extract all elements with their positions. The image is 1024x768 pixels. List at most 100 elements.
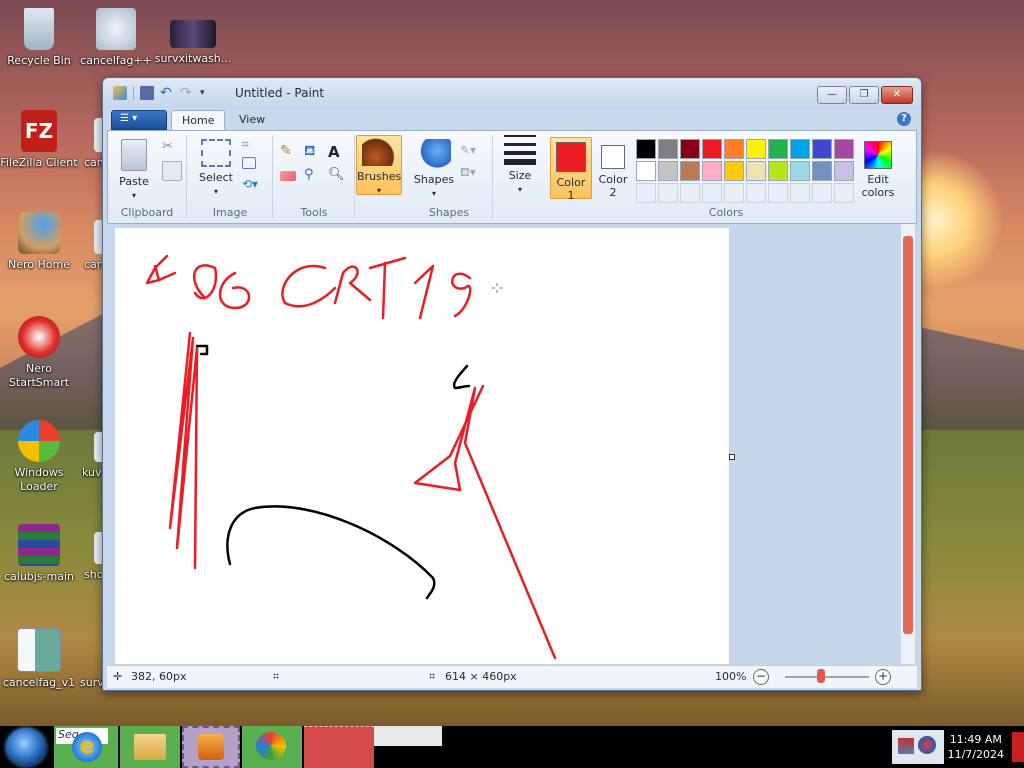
outline-icon[interactable]: ✎▾ [460, 143, 478, 161]
start-button[interactable] [6, 728, 46, 766]
resize-icon[interactable] [242, 157, 256, 169]
palette-swatch[interactable] [746, 139, 766, 159]
paint-menu-button[interactable]: ☰ ▾ [111, 110, 167, 130]
zoom-out-button[interactable]: − [753, 669, 769, 685]
minimize-button[interactable]: — [817, 86, 847, 104]
clock[interactable]: 11:49 AM 11/7/2024 [948, 732, 1004, 762]
palette-swatch[interactable] [658, 161, 678, 181]
fill-style-icon[interactable]: ⛾▾ [460, 165, 478, 183]
color1-button[interactable]: Color 1 [550, 137, 592, 202]
filezilla-icon: FZ [21, 110, 57, 152]
palette-custom-slot[interactable] [680, 183, 700, 203]
palette-swatch[interactable] [834, 161, 854, 181]
palette-swatch[interactable] [680, 139, 700, 159]
group-clipboard: Paste ▾ ✂ Clipboard [108, 135, 187, 219]
taskbar-explorer-button[interactable] [120, 726, 180, 768]
desktop-icon-cancelfag-pp[interactable]: cancelfag++ [77, 8, 155, 68]
color-picker-icon[interactable]: ⚲ [304, 167, 322, 185]
zoom-slider-thumb[interactable] [817, 669, 825, 683]
taskbar-window-button-2[interactable] [374, 726, 442, 746]
desktop-icon-calubjs-main[interactable]: calubjs-main [0, 524, 78, 584]
canvas-area[interactable] [107, 224, 917, 664]
taskbar-ie-button[interactable]: Seq e [54, 726, 118, 768]
canvas-resize-handle[interactable] [729, 454, 735, 460]
palette-custom-slot[interactable] [724, 183, 744, 203]
palette-custom-slot[interactable] [746, 183, 766, 203]
maximize-button[interactable]: ❐ [849, 86, 879, 104]
palette-swatch[interactable] [702, 161, 722, 181]
pencil-icon[interactable]: ✎ [280, 143, 298, 161]
image-file-icon [17, 628, 61, 672]
desktop-icon-windows-loader[interactable]: Windows Loader [0, 420, 78, 494]
rotate-icon[interactable]: ⟲▾ [242, 177, 260, 195]
paint-window[interactable]: ↶ ↷ ▾ Untitled - Paint — ❐ ✕ ☰ ▾ Home Vi… [102, 77, 922, 691]
network-icon[interactable] [898, 738, 914, 754]
palette-custom-slot[interactable] [636, 183, 656, 203]
palette-custom-slot[interactable] [702, 183, 722, 203]
select-button[interactable]: Select ▾ [194, 139, 238, 198]
paint-app-icon[interactable] [113, 86, 127, 100]
tab-home[interactable]: Home [171, 110, 226, 131]
palette-swatch[interactable] [636, 161, 656, 181]
desktop-icon-filezilla[interactable]: FZ FileZilla Client [0, 110, 78, 170]
palette-swatch[interactable] [680, 161, 700, 181]
zoom-slider-track[interactable] [785, 676, 869, 678]
color2-button[interactable]: Color 2 [594, 137, 632, 199]
save-icon[interactable] [140, 86, 154, 100]
desktop-icon-nero-startsmart[interactable]: Nero StartSmart [0, 316, 78, 390]
palette-swatch[interactable] [834, 139, 854, 159]
palette-swatch[interactable] [702, 139, 722, 159]
close-button[interactable]: ✕ [881, 86, 913, 104]
size-button[interactable]: Size ▾ [498, 135, 542, 196]
taskbar-paint-button[interactable] [242, 726, 302, 768]
cut-icon[interactable]: ✂ [162, 139, 180, 157]
desktop-icon-recycle-bin[interactable]: Recycle Bin [0, 8, 78, 68]
customize-toolbar-icon[interactable]: ▾ [200, 86, 214, 100]
scrollbar-thumb[interactable] [903, 236, 913, 634]
palette-custom-slot[interactable] [768, 183, 788, 203]
palette-swatch[interactable] [812, 161, 832, 181]
desktop-icon-label: survxitwash... [154, 52, 232, 65]
palette-swatch[interactable] [768, 161, 788, 181]
palette-swatch[interactable] [746, 161, 766, 181]
palette-swatch[interactable] [790, 161, 810, 181]
paste-button[interactable]: Paste ▾ [114, 139, 154, 202]
palette-custom-slot[interactable] [658, 183, 678, 203]
folder-icon [134, 734, 166, 760]
group-label: Tools [300, 206, 328, 219]
desktop-icon-nero-home[interactable]: Nero Home [0, 212, 78, 272]
taskbar-window-button-1[interactable] [304, 726, 374, 768]
palette-swatch[interactable] [790, 139, 810, 159]
title-bar[interactable]: ↶ ↷ ▾ Untitled - Paint — ❐ ✕ [103, 78, 921, 108]
eraser-icon[interactable] [280, 171, 296, 181]
edit-colors-button[interactable]: Edit colors [854, 141, 902, 199]
undo-icon[interactable]: ↶ [160, 86, 174, 100]
palette-swatch[interactable] [636, 139, 656, 159]
taskbar-media-player-button[interactable] [182, 726, 240, 768]
copy-icon[interactable] [162, 161, 182, 181]
brushes-button[interactable]: Brushes ▾ [356, 135, 402, 195]
volume-icon[interactable] [918, 736, 936, 754]
palette-swatch[interactable] [724, 161, 744, 181]
text-icon[interactable]: A [328, 143, 346, 161]
palette-custom-slot[interactable] [834, 183, 854, 203]
palette-swatch[interactable] [724, 139, 744, 159]
drawing-canvas[interactable] [115, 228, 729, 664]
redo-icon[interactable]: ↷ [180, 86, 194, 100]
magnifier-icon[interactable]: 🔍︎ [328, 167, 346, 185]
fill-icon[interactable]: ⛾ [304, 143, 322, 161]
zoom-in-button[interactable]: + [875, 669, 891, 685]
tab-view[interactable]: View [229, 110, 275, 130]
palette-custom-slot[interactable] [790, 183, 810, 203]
palette-swatch[interactable] [768, 139, 788, 159]
palette-swatch[interactable] [812, 139, 832, 159]
palette-swatch[interactable] [658, 139, 678, 159]
desktop-icon-survxitwash[interactable]: survxitwash... [154, 20, 232, 66]
help-icon[interactable]: ? [897, 112, 911, 126]
show-desktop-button[interactable] [1012, 732, 1024, 762]
palette-custom-slot[interactable] [812, 183, 832, 203]
vertical-scrollbar[interactable] [901, 224, 915, 664]
crop-icon[interactable]: ⌗ [242, 137, 260, 155]
desktop-icon-cancelfag-v1[interactable]: cancelfag_v1 [0, 628, 78, 690]
shapes-button[interactable]: Shapes ▾ [412, 139, 456, 200]
